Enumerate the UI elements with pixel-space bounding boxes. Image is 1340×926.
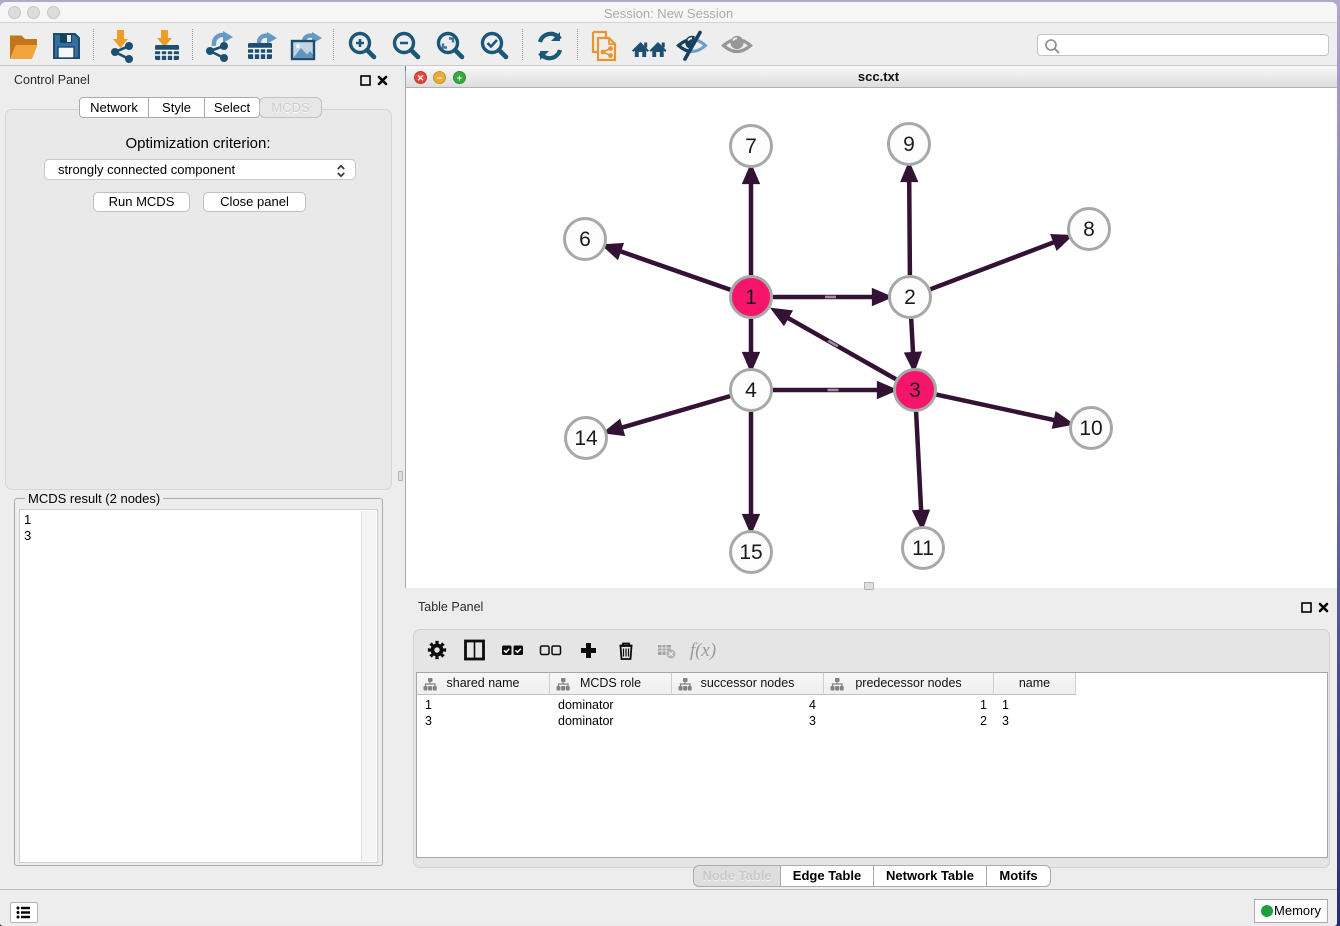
svg-text:10: 10 xyxy=(1079,417,1102,440)
svg-text:f(x): f(x) xyxy=(690,640,716,661)
svg-text:2: 2 xyxy=(904,286,916,309)
svg-text:7: 7 xyxy=(745,135,757,158)
svg-text:11: 11 xyxy=(912,537,934,560)
svg-text:8: 8 xyxy=(1083,218,1095,241)
svg-text:14: 14 xyxy=(574,427,598,450)
svg-text:6: 6 xyxy=(579,228,591,251)
svg-text:15: 15 xyxy=(739,541,762,564)
svg-text:4: 4 xyxy=(745,379,757,402)
svg-text:9: 9 xyxy=(903,133,915,156)
svg-text:1: 1 xyxy=(745,286,757,309)
svg-text:3: 3 xyxy=(909,379,921,402)
